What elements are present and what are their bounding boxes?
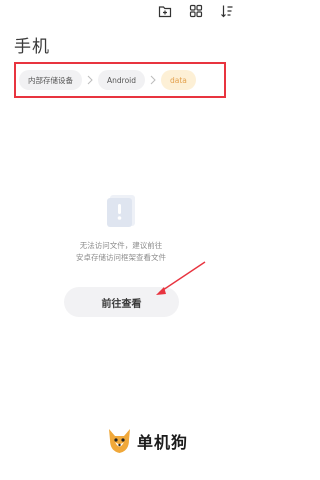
breadcrumb-item-data[interactable]: data [161,70,196,90]
watermark: 单机狗 [106,427,188,455]
chevron-right-icon [87,75,93,85]
top-toolbar [158,3,234,19]
grid-view-icon[interactable] [189,4,203,18]
lock-shield-icon [107,195,135,227]
dog-logo-icon [109,429,130,453]
annotation-arrow-icon [156,261,206,295]
message-line-1: 无法访问文件，建议前往 [79,241,163,250]
chevron-right-icon [150,75,156,85]
sort-icon[interactable] [220,4,234,18]
breadcrumb-item-internal-storage[interactable]: 内部存储设备 [19,70,82,90]
watermark-text: 单机狗 [137,433,189,452]
breadcrumb: 内部存储设备 Android data [14,62,226,98]
page-title: 手机 [14,37,50,57]
add-folder-icon[interactable] [158,4,172,18]
breadcrumb-item-android[interactable]: Android [98,70,145,90]
